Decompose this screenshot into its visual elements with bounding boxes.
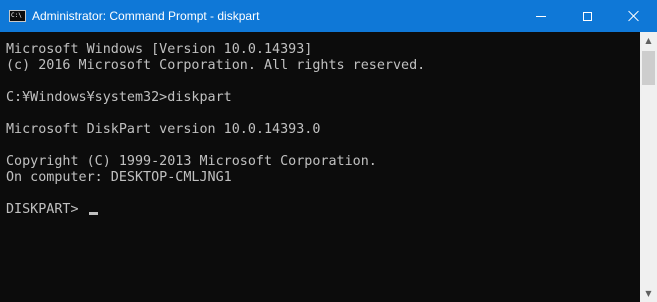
scrollbar-thumb[interactable]	[642, 51, 655, 85]
minimize-icon	[536, 15, 546, 17]
close-button[interactable]	[611, 0, 657, 32]
title-bar[interactable]: C:\ Administrator: Command Prompt - disk…	[0, 0, 657, 32]
console-line: Copyright (C) 1999-2013 Microsoft Corpor…	[6, 154, 377, 169]
cmd-app-icon[interactable]: C:\	[9, 10, 26, 22]
diskpart-prompt: DISKPART>	[6, 202, 87, 217]
text-cursor	[88, 212, 98, 215]
minimize-button[interactable]	[518, 0, 564, 32]
console-line: On computer: DESKTOP-CMLJNG1	[6, 170, 232, 185]
window-title: Administrator: Command Prompt - diskpart	[32, 9, 260, 23]
close-icon	[628, 10, 640, 22]
console-line: (c) 2016 Microsoft Corporation. All righ…	[6, 58, 426, 73]
command-prompt-window: C:\ Administrator: Command Prompt - disk…	[0, 0, 657, 302]
console-line: Microsoft DiskPart version 10.0.14393.0	[6, 122, 321, 137]
scroll-down-arrow-icon[interactable]: ▼	[640, 285, 657, 302]
scroll-up-arrow-icon[interactable]: ▲	[640, 32, 657, 49]
maximize-icon	[582, 11, 592, 21]
console-output[interactable]: Microsoft Windows [Version 10.0.14393] (…	[0, 32, 640, 302]
console-line: C:¥Windows¥system32>diskpart	[6, 90, 232, 105]
command-input-line[interactable]: DISKPART>	[6, 202, 640, 218]
vertical-scrollbar[interactable]: ▲ ▼	[640, 32, 657, 302]
maximize-button[interactable]	[564, 0, 610, 32]
console-line: Microsoft Windows [Version 10.0.14393]	[6, 42, 313, 57]
